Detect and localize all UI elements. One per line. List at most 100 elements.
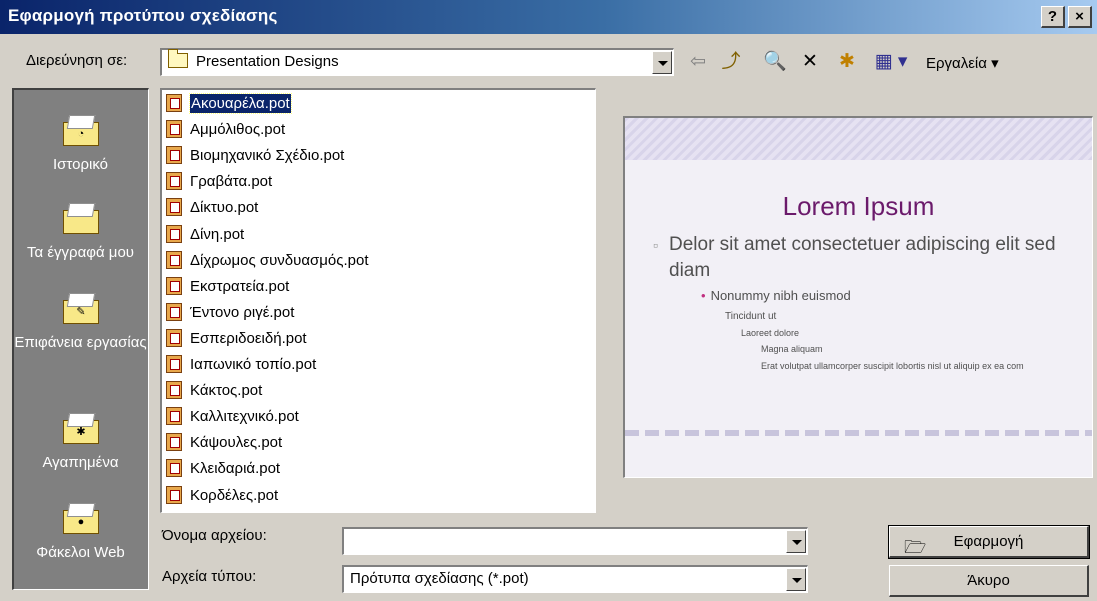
place-web-folders[interactable]: ● Φάκελοι Web (14, 500, 147, 561)
filetype-select[interactable]: Πρότυπα σχεδίασης (*.pot) (342, 565, 808, 593)
place-history[interactable]: ◔ Ιστορικό (14, 112, 147, 173)
file-name: Ακουαρέλα.pot (189, 93, 292, 114)
preview-bullet: Tincidunt ut (725, 311, 777, 322)
design-template-icon (166, 355, 182, 373)
preview-bullet: Erat volutpat ullamcorper suscipit lobor… (761, 361, 1024, 371)
history-icon: ◔ (61, 112, 101, 148)
close-button[interactable]: × (1068, 6, 1092, 28)
desktop-icon: ✎ (61, 290, 101, 326)
preview-texture (625, 118, 1092, 160)
preview-wave (625, 430, 1092, 436)
list-item[interactable]: Εσπεριδοειδή.pot (166, 326, 307, 352)
file-name: Έντονο ριγέ.pot (190, 303, 295, 321)
preview-bullet: Delor sit amet consectetuer adipiscing e… (653, 232, 1079, 284)
place-label: Φάκελοι Web (36, 544, 125, 561)
list-item[interactable]: Έντονο ριγέ.pot (166, 300, 294, 326)
file-name: Δίχρωμος συνδυασμός.pot (190, 251, 369, 269)
new-folder-icon[interactable]: ✱ (832, 48, 862, 76)
folder-icon (168, 49, 188, 68)
design-preview: Lorem Ipsum Delor sit amet consectetuer … (623, 116, 1093, 478)
filetype-label: Αρχεία τύπου: (162, 568, 257, 585)
file-name: Κλειδαριά.pot (190, 460, 281, 478)
lookin-combo[interactable]: Presentation Designs (160, 48, 674, 76)
list-item[interactable]: Κάκτος.pot (166, 378, 262, 404)
file-name: Ιαπωνικό τοπίο.pot (190, 356, 317, 373)
filename-label: Όνομα αρχείου: (162, 527, 267, 544)
help-button[interactable]: ? (1041, 6, 1065, 28)
list-item[interactable]: Κορδέλες.pot (166, 483, 278, 509)
lookin-value: Presentation Designs (196, 53, 339, 70)
list-item[interactable]: Κλειδαριά.pot (166, 456, 280, 482)
file-name: Εσπεριδοειδή.pot (190, 329, 307, 347)
up-folder-icon[interactable]: ⤴ (716, 48, 746, 76)
design-template-icon (166, 94, 182, 112)
list-item[interactable]: Δίνη.pot (166, 222, 244, 248)
file-name: Κορδέλες.pot (190, 486, 279, 504)
list-item[interactable]: Γραβάτα.pot (166, 169, 272, 195)
scroll-down-button[interactable] (595, 493, 596, 513)
chevron-down-icon (792, 540, 802, 545)
title-bar: Εφαρμογή προτύπου σχεδίασης ? × (0, 0, 1097, 34)
design-template-icon (166, 407, 182, 426)
filename-dropdown-button[interactable] (786, 530, 806, 553)
place-label: Αγαπημένα (42, 454, 119, 471)
filetype-dropdown-button[interactable] (786, 568, 806, 591)
filename-input[interactable] (342, 527, 808, 555)
preview-title: Lorem Ipsum (782, 191, 935, 221)
design-template-icon (166, 459, 182, 478)
preview-bullet: Magna aliquam (761, 344, 823, 354)
place-label: Ιστορικό (52, 156, 108, 173)
file-name: Κάκτος.pot (190, 382, 263, 400)
design-template-icon (166, 120, 182, 139)
scroll-up-button[interactable] (595, 90, 596, 110)
list-item[interactable]: Καλλιτεχνικό.pot (166, 404, 299, 430)
list-item[interactable]: Δίκτυο.pot (166, 195, 258, 221)
scroll-thumb[interactable] (595, 110, 596, 250)
my-documents-icon (61, 200, 101, 236)
list-item[interactable]: Ιαπωνικό τοπίο.pot (166, 352, 316, 378)
vertical-scrollbar[interactable] (595, 90, 596, 513)
place-label: Επιφάνεια εργασίας (14, 334, 147, 351)
list-item[interactable]: Βιομηχανικό Σχέδιο.pot (166, 143, 344, 169)
lookin-label: Διερεύνηση σε: (26, 52, 128, 69)
file-name: Κάψουλες.pot (190, 434, 283, 452)
chevron-down-icon: ▾ (991, 55, 999, 72)
favorites-icon: ✱ (61, 410, 101, 446)
file-name: Δίκτυο.pot (190, 199, 259, 217)
list-item[interactable]: Ακουαρέλα.pot (166, 91, 292, 117)
design-template-icon (166, 172, 182, 191)
list-item[interactable]: Αμμόλιθος.pot (166, 117, 285, 143)
file-name: Εκστρατεία.pot (190, 277, 290, 295)
places-bar: ◔ Ιστορικό Τα έγγραφά μου ✎ Επιφάνεια εργασί… (12, 88, 149, 590)
list-item[interactable]: Εκστρατεία.pot (166, 274, 289, 300)
list-item[interactable]: Δίχρωμος συνδυασμός.pot (166, 248, 369, 274)
views-icon[interactable]: ▦ ▾ (866, 48, 916, 76)
place-my-documents[interactable]: Τα έγγραφά μου (14, 200, 147, 261)
delete-icon[interactable]: ✕ (796, 48, 824, 76)
design-template-icon (166, 485, 182, 504)
tools-menu[interactable]: Εργαλεία ▾ (926, 54, 999, 72)
place-desktop[interactable]: ✎ Επιφάνεια εργασίας (14, 290, 147, 351)
file-name: Βιομηχανικό Σχέδιο.pot (190, 147, 345, 165)
search-web-icon[interactable]: 🔍 (760, 48, 790, 76)
file-list[interactable]: Ακουαρέλα.pot Αμμόλιθος.pot Βιομηχανικό Σχ… (160, 88, 596, 513)
list-item[interactable]: Κάψουλες.pot (166, 430, 282, 456)
apply-button[interactable]: 🗁 Εφαρμογή (888, 525, 1090, 559)
design-template-icon (166, 433, 182, 452)
chevron-down-icon (792, 578, 802, 583)
design-template-icon (166, 224, 182, 243)
file-name: Δίνη.pot (190, 225, 245, 243)
window-title: Εφαρμογή προτύπου σχεδίασης (8, 6, 278, 25)
chevron-down-icon (658, 61, 668, 66)
design-template-icon (166, 276, 182, 295)
lookin-dropdown-button[interactable] (652, 51, 672, 74)
design-template-icon (166, 302, 182, 321)
place-label: Τα έγγραφά μου (27, 244, 134, 261)
cancel-button[interactable]: Άκυρο (889, 565, 1089, 597)
preview-bullet: Laoreet dolore (741, 328, 800, 338)
design-template-icon (166, 250, 182, 269)
file-name: Αμμόλιθος.pot (190, 121, 286, 139)
place-favorites[interactable]: ✱ Αγαπημένα (14, 410, 147, 471)
back-icon[interactable]: ⇦ (684, 48, 712, 76)
web-folders-icon: ● (61, 500, 101, 536)
